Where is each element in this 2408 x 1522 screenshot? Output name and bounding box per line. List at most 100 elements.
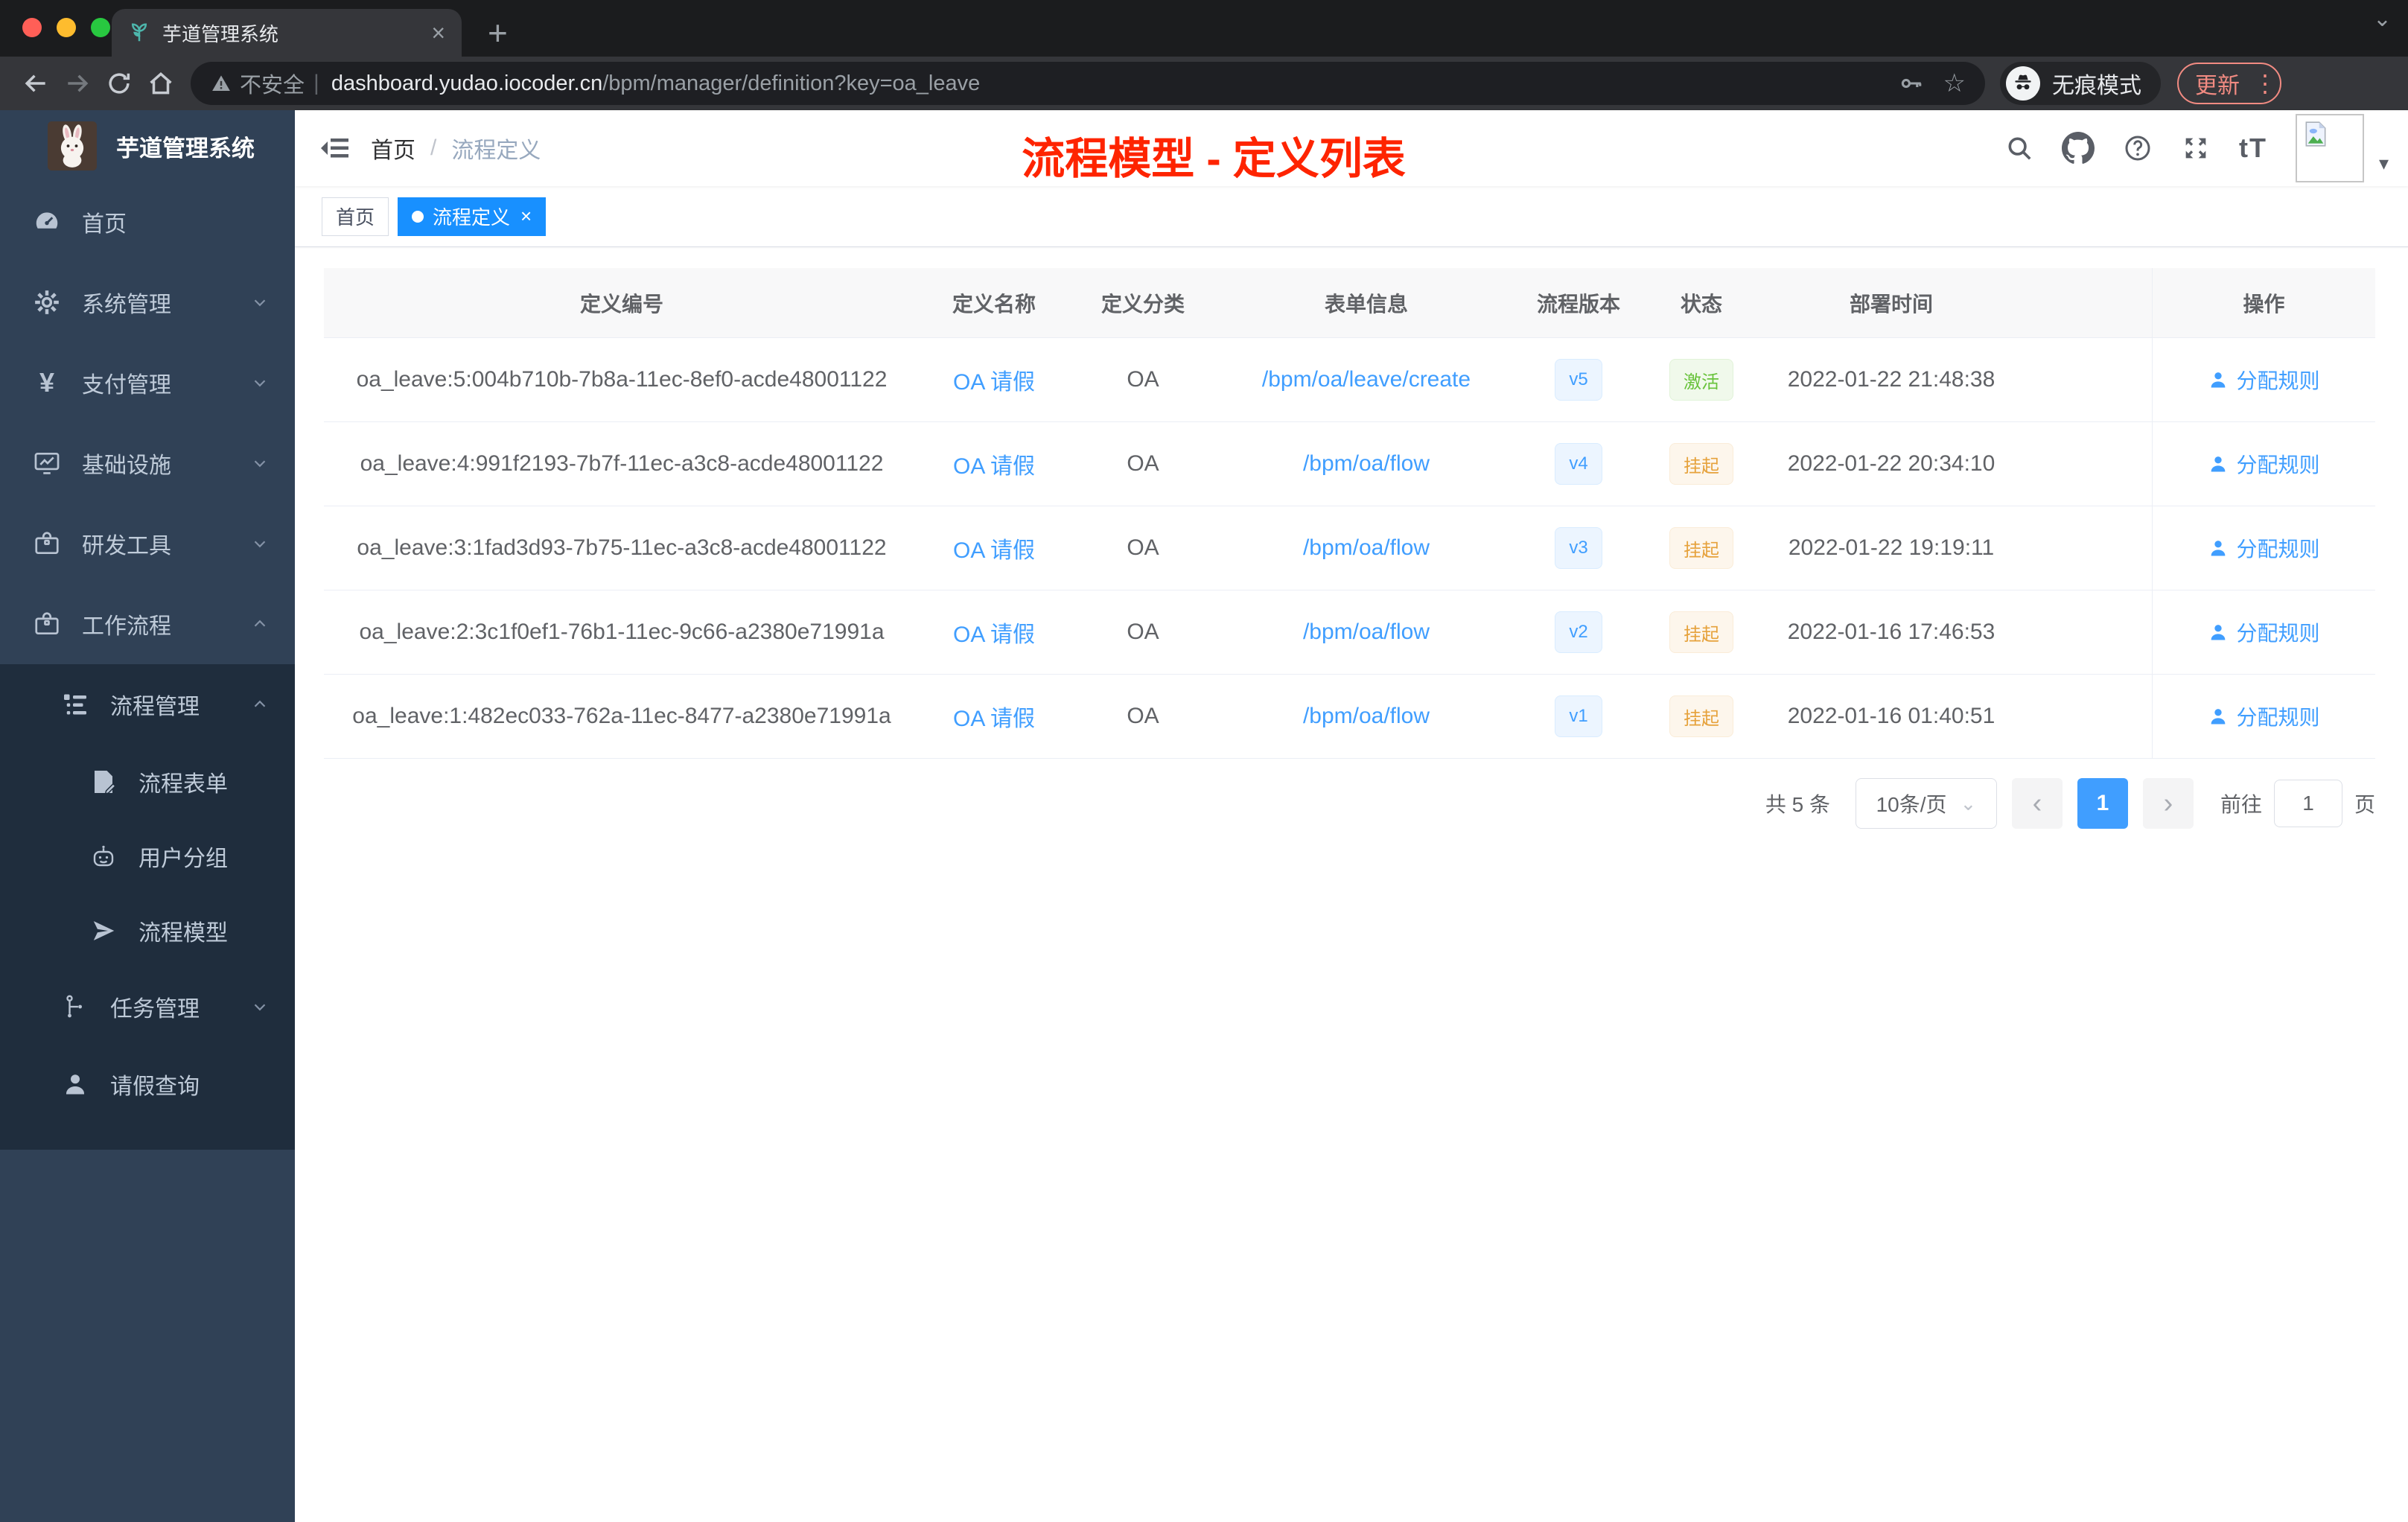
chevron-up-icon [254,620,266,627]
chevron-down-icon [254,380,266,387]
tag-home[interactable]: 首页 [322,197,389,236]
assign-rule-button[interactable]: 分配规则 [2208,617,2320,647]
version-badge: v3 [1555,527,1602,569]
back-button[interactable] [15,63,57,104]
browser-menu-kebab-icon[interactable]: ⋮ [2253,69,2277,98]
browser-tab[interactable]: 芋道管理系统 × [112,9,462,57]
help-question-icon[interactable] [2123,133,2153,163]
font-size-icon[interactable]: tT [2239,133,2267,164]
breadcrumb-home[interactable]: 首页 [371,132,415,165]
deploy-time: 2022-01-16 01:40:51 [1787,704,1995,728]
status-badge: 挂起 [1669,611,1733,653]
page-size-select[interactable]: 10条/页 ⌄ [1855,778,1997,829]
sidebar-item-label: 支付管理 [82,373,171,398]
new-tab-button[interactable]: + [488,10,508,55]
window-zoom-button[interactable] [91,18,110,37]
definition-id: oa_leave:4:991f2193-7b7f-11ec-a3c8-acde4… [360,451,884,476]
definition-name-link[interactable]: OA 请假 [953,363,1035,396]
pagination: 共 5 条 10条/页 ⌄ ‹ 1 › 前往 页 [324,778,2375,829]
form-link[interactable]: /bpm/oa/flow [1303,535,1430,561]
sidebar-item-devtools[interactable]: 研发工具 [0,503,295,584]
sidebar-toggle-hamburger-icon[interactable] [320,133,350,167]
forward-button[interactable] [57,63,98,104]
deploy-time: 2022-01-22 19:19:11 [1788,535,1995,560]
breadcrumb-separator: / [430,136,437,160]
prev-page-button[interactable]: ‹ [2011,778,2063,829]
tag-close-icon[interactable]: × [520,205,532,228]
sidebar-item-process-model[interactable]: 流程模型 [0,894,295,968]
definition-id: oa_leave:5:004b710b-7b8a-11ec-8ef0-acde4… [356,367,888,392]
password-key-icon[interactable] [1899,71,1924,96]
assign-rule-button[interactable]: 分配规则 [2208,365,2320,395]
browser-url-bar: 不安全 | dashboard.yudao.iocoder.cn/bpm/man… [0,57,2408,110]
deploy-time: 2022-01-22 20:34:10 [1787,451,1995,476]
form-edit-icon [86,768,121,795]
window-minimize-button[interactable] [57,18,76,37]
workflow-submenu: 流程管理 流程表单 用户分组 流程模型 任务管理 请假查询 [0,664,295,1150]
robot-icon [86,843,121,870]
definition-name-link[interactable]: OA 请假 [953,448,1035,480]
briefcase-icon [30,529,64,558]
search-icon[interactable] [2005,134,2033,162]
reload-button[interactable] [98,63,140,104]
sidebar-item-payment[interactable]: ¥ 支付管理 [0,343,295,423]
fullscreen-icon[interactable] [2181,133,2211,163]
sidebar-item-infra[interactable]: 基础设施 [0,423,295,503]
tab-search-chevron-icon[interactable]: ⌄ [2373,6,2392,32]
sidebar-item-leave-query[interactable]: 请假查询 [0,1045,295,1123]
window-close-button[interactable] [22,18,42,37]
breadcrumb-current: 流程定义 [451,138,541,163]
update-label[interactable]: 更新 [2195,67,2240,100]
home-button[interactable] [140,63,182,104]
form-link[interactable]: /bpm/oa/flow [1303,620,1430,645]
assign-rule-button[interactable]: 分配规则 [2208,701,2320,731]
avatar[interactable] [2295,114,2364,182]
current-page-button[interactable]: 1 [2077,778,2128,829]
definition-name-link[interactable]: OA 请假 [953,532,1035,564]
list-tree-icon [58,691,92,718]
app-window: 芋道管理系统 首页 系统管理 ¥ 支付管理 基础设施 研发工具 工作流程 流程管… [0,110,2408,1522]
page-unit-label: 页 [2354,793,2375,816]
assign-rule-button[interactable]: 分配规则 [2208,533,2320,563]
form-link[interactable]: /bpm/oa/flow [1303,704,1430,729]
sidebar-item-user-group[interactable]: 用户分组 [0,819,295,894]
sidebar-item-process-management[interactable]: 流程管理 [0,664,295,745]
table-row: oa_leave:3:1fad3d93-7b75-11ec-a3c8-acde4… [324,506,2375,590]
next-page-button[interactable]: › [2142,778,2194,829]
goto-label: 前往 [2220,793,2262,816]
definition-table: 定义编号 定义名称 定义分类 表单信息 流程版本 状态 部署时间 操作 oa_l… [324,268,2375,759]
sidebar-item-home[interactable]: 首页 [0,182,295,262]
tab-close-icon[interactable]: × [431,19,445,47]
page-content: 定义编号 定义名称 定义分类 表单信息 流程版本 状态 部署时间 操作 oa_l… [295,247,2408,829]
bookmark-star-icon[interactable]: ☆ [1943,69,1966,98]
app-title: 芋道管理系统 [116,135,255,162]
column-header-form: 表单信息 [1324,292,1408,316]
definition-category: OA [1127,535,1159,560]
sidebar-item-label: 任务管理 [110,997,200,1022]
sidebar-item-process-form[interactable]: 流程表单 [0,745,295,819]
column-header-name: 定义名称 [952,292,1036,316]
tag-process-definition[interactable]: 流程定义 × [398,197,547,236]
sidebar-item-task-management[interactable]: 任务管理 [0,968,295,1045]
github-icon[interactable] [2061,132,2095,165]
sidebar-logo-row[interactable]: 芋道管理系统 [0,110,295,182]
form-link[interactable]: /bpm/oa/flow [1303,451,1430,477]
chrome-update-button[interactable]: 更新 ⋮ [2177,63,2281,104]
address-bar[interactable]: 不安全 | dashboard.yudao.iocoder.cn/bpm/man… [191,62,1985,105]
sidebar-item-workflow[interactable]: 工作流程 [0,584,295,664]
paper-plane-icon [86,917,121,944]
definition-name-link[interactable]: OA 请假 [953,700,1035,733]
goto-page-input[interactable] [2273,780,2342,827]
sidebar-item-system[interactable]: 系统管理 [0,262,295,343]
security-label[interactable]: 不安全 [240,68,305,99]
form-link[interactable]: /bpm/oa/leave/create [1262,367,1471,392]
avatar-caret-icon[interactable]: ▾ [2379,152,2389,175]
column-header-id: 定义编号 [579,292,663,316]
table-row: oa_leave:2:3c1f0ef1-76b1-11ec-9c66-a2380… [324,590,2375,675]
definition-name-link[interactable]: OA 请假 [953,616,1035,649]
column-header-deploy-time: 部署时间 [1849,292,1933,316]
not-secure-warning-icon [212,75,230,91]
assign-rule-button[interactable]: 分配规则 [2208,449,2320,479]
briefcase-icon [30,610,64,638]
app-logo-rabbit [48,121,97,171]
